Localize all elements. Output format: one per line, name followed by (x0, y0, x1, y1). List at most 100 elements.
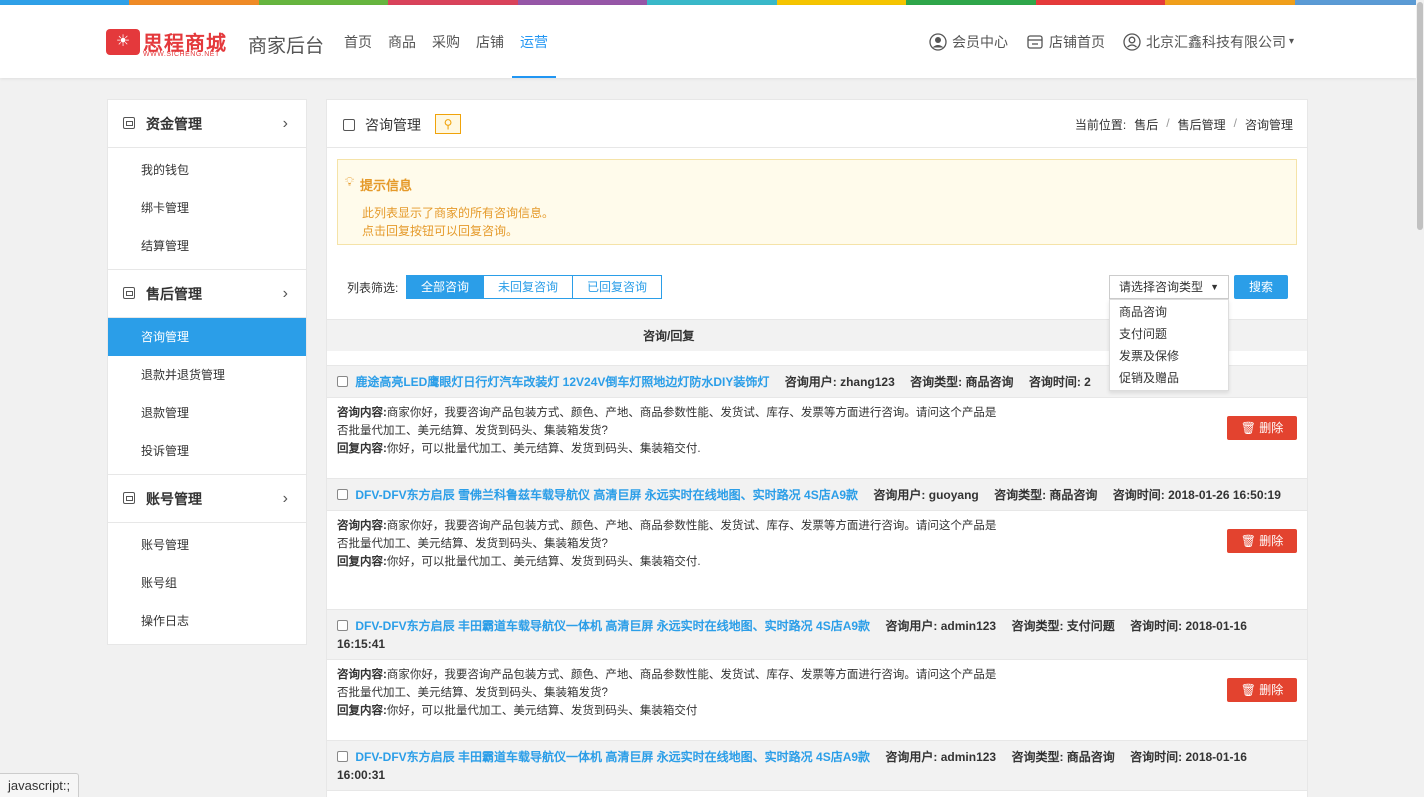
sidebar-item-bind-card[interactable]: 绑卡管理 (108, 189, 306, 227)
lightbulb-icon: 💡︎ (345, 174, 355, 189)
sidebar-item-refund[interactable]: 退款管理 (108, 394, 306, 432)
content-label: 咨询内容: (337, 407, 387, 419)
product-link[interactable]: 鹿途高亮LED鹰眼灯日行灯汽车改装灯 12V24V倒车灯照地边灯防水DIY装饰灯 (355, 375, 769, 389)
sidebar-item-consult[interactable]: 咨询管理 (108, 318, 306, 356)
consult-type-select[interactable]: 请选择咨询类型 ▼ (1109, 275, 1229, 299)
tip-line: 点击回复按钮可以回复咨询。 (362, 224, 519, 238)
user-label: 咨询用户: (885, 750, 938, 764)
product-link[interactable]: DFV-DFV东方启辰 雪佛兰科鲁兹车载导航仪 高清巨屏 永远实时在线地图、实时… (355, 488, 858, 502)
breadcrumb-separator: / (1166, 116, 1170, 130)
scrollbar-thumb[interactable] (1417, 2, 1423, 230)
company-menu[interactable]: 北京汇鑫科技有限公司 ▾ (1123, 32, 1294, 52)
nav-goods[interactable]: 商品 (380, 5, 424, 78)
record-header: DFV-DFV东方启辰 雪佛兰科鲁兹车载导航仪 高清巨屏 永远实时在线地图、实时… (327, 478, 1307, 511)
sidebar-item-complaint[interactable]: 投诉管理 (108, 432, 306, 470)
account-icon (123, 492, 135, 504)
tab-unreplied[interactable]: 未回复咨询 (483, 275, 574, 299)
product-link[interactable]: DFV-DFV东方启辰 丰田霸道车载导航仪一体机 高清巨屏 永远实时在线地图、实… (355, 619, 870, 633)
time-label: 咨询时间: (1028, 375, 1081, 389)
group-title-label: 售后管理 (146, 286, 202, 302)
consult-record: DFV-DFV东方启辰 雪佛兰科鲁兹车载导航仪 高清巨屏 永远实时在线地图、实时… (327, 478, 1307, 571)
type-label: 咨询类型: (1011, 619, 1064, 633)
record-header: DFV-DFV东方启辰 丰田霸道车载导航仪一体机 高清巨屏 永远实时在线地图、实… (327, 609, 1307, 660)
record-checkbox[interactable] (337, 376, 348, 387)
top-header: ☀ 思程商城 WWW.SICHENG.NET 商家后台 首页 商品 采购 店铺 … (0, 5, 1416, 78)
delete-button[interactable]: 🗑︎ 删除 (1227, 529, 1297, 553)
header-right: 会员中心 店铺首页 北京汇鑫科技有限公司 ▾ (911, 5, 1294, 78)
record-checkbox[interactable] (337, 620, 348, 631)
reply-value: 你好，可以批量代加工、美元结算、发货到码头、集装箱交付. (386, 443, 701, 455)
sidebar-item-refund-return[interactable]: 退款并退货管理 (108, 356, 306, 394)
user-label: 咨询用户: (885, 619, 938, 633)
reply-label: 回复内容: (337, 443, 387, 455)
dropdown-option[interactable]: 促销及赠品 (1110, 367, 1228, 389)
record-body: 咨询内容:商家你好，我要咨询产品包装方式、颜色、产地、商品参数性能、发货试、库存… (327, 398, 1307, 458)
group-title-label: 资金管理 (146, 116, 202, 132)
trash-icon: 🗑︎ (1240, 534, 1256, 548)
user-value: zhang123 (840, 375, 895, 389)
page-scrollbar[interactable] (1416, 0, 1424, 797)
logo-mark-icon: ☀ (106, 29, 140, 55)
reply-content: 回复内容:你好，可以批量代加工、美元结算、发货到码头、集装箱交付 (337, 702, 1307, 720)
breadcrumb-item[interactable]: 售后管理 (1178, 116, 1226, 133)
site-logo[interactable]: ☀ 思程商城 WWW.SICHENG.NET (106, 27, 240, 61)
breadcrumb-item[interactable]: 售后 (1134, 116, 1158, 133)
shop-home-link[interactable]: 店铺首页 (1026, 32, 1105, 52)
nav-purchase[interactable]: 采购 (424, 5, 468, 78)
sidebar-group-title[interactable]: 账号管理 › (108, 475, 306, 523)
type-value: 商品咨询 (1049, 488, 1098, 502)
filter-tabs: 全部咨询 未回复咨询 已回复咨询 (406, 275, 663, 299)
sidebar-item-account-group[interactable]: 账号组 (108, 564, 306, 602)
breadcrumb-item[interactable]: 咨询管理 (1245, 116, 1293, 133)
delete-label: 删除 (1259, 683, 1284, 697)
member-center-link[interactable]: 会员中心 (929, 32, 1008, 52)
type-value: 支付问题 (1066, 619, 1115, 633)
delete-button[interactable]: 🗑︎ 删除 (1227, 416, 1297, 440)
delete-label: 删除 (1259, 534, 1284, 548)
dropdown-option[interactable]: 商品咨询 (1110, 301, 1228, 323)
record-checkbox[interactable] (337, 751, 348, 762)
dropdown-option[interactable]: 支付问题 (1110, 323, 1228, 345)
user-label: 咨询用户: (784, 375, 837, 389)
time-value: 2018-01-26 16:50:19 (1168, 488, 1281, 502)
reply-label: 回复内容: (337, 705, 387, 717)
tip-title: 提示信息 (360, 178, 413, 193)
filter-label: 列表筛选: (347, 281, 399, 295)
dropdown-option[interactable]: 发票及保修 (1110, 345, 1228, 367)
panel-header: 咨询管理 ⚲ 当前位置: 售后 / 售后管理 / 咨询管理 (327, 100, 1307, 148)
nav-operation[interactable]: 运营 (512, 5, 556, 78)
time-value: 2 (1084, 375, 1091, 389)
consult-content: 咨询内容:商家你好，我要咨询产品包装方式、颜色、产地、商品参数性能、发货试、库存… (337, 404, 1007, 440)
store-icon (1027, 34, 1043, 49)
search-button[interactable]: 搜索 (1234, 275, 1288, 299)
consult-record: DFV-DFV东方启辰 丰田霸道车载导航仪一体机 高清巨屏 永远实时在线地图、实… (327, 740, 1307, 791)
sidebar-group-title[interactable]: 售后管理 › (108, 270, 306, 318)
page-title: 咨询管理 (365, 117, 421, 133)
user-value: guoyang (928, 488, 979, 502)
content-value: 商家你好，我要咨询产品包装方式、颜色、产地、商品参数性能、发货试、库存、发票等方… (337, 669, 997, 699)
nav-shop[interactable]: 店铺 (468, 5, 512, 78)
sidebar-item-wallet[interactable]: 我的钱包 (108, 151, 306, 189)
product-link[interactable]: DFV-DFV东方启辰 丰田霸道车载导航仪一体机 高清巨屏 永远实时在线地图、实… (355, 750, 870, 764)
sidebar-item-oplog[interactable]: 操作日志 (108, 602, 306, 640)
consult-icon (343, 119, 355, 131)
sidebar-item-accounts[interactable]: 账号管理 (108, 526, 306, 564)
sidebar-item-settlement[interactable]: 结算管理 (108, 227, 306, 265)
consult-content: 咨询内容:商家你好，我要咨询产品包装方式、颜色、产地、商品参数性能、发货试、库存… (337, 517, 1007, 553)
time-label: 咨询时间: (1112, 488, 1165, 502)
lightbulb-icon[interactable]: ⚲ (435, 114, 461, 134)
service-icon (123, 287, 135, 299)
type-label: 咨询类型: (994, 488, 1047, 502)
delete-button[interactable]: 🗑︎ 删除 (1227, 678, 1297, 702)
status-bar: javascript:; (0, 773, 80, 797)
record-body: 咨询内容:商家你好，我要咨询产品包装方式、颜色、产地、商品参数性能、发货试、库存… (327, 660, 1307, 720)
content-value: 商家你好，我要咨询产品包装方式、颜色、产地、商品参数性能、发货试、库存、发票等方… (337, 407, 997, 437)
nav-home[interactable]: 首页 (336, 5, 380, 78)
tab-all-consult[interactable]: 全部咨询 (406, 275, 485, 299)
record-checkbox[interactable] (337, 489, 348, 500)
consult-type-dropdown: 商品咨询 支付问题 发票及保修 促销及赠品 (1109, 299, 1229, 391)
user-circle-icon (929, 32, 947, 51)
tab-replied[interactable]: 已回复咨询 (572, 275, 663, 299)
sidebar-group-aftersale: 售后管理 › 咨询管理 退款并退货管理 退款管理 投诉管理 (108, 270, 306, 475)
sidebar-group-title[interactable]: 资金管理 › (108, 100, 306, 148)
